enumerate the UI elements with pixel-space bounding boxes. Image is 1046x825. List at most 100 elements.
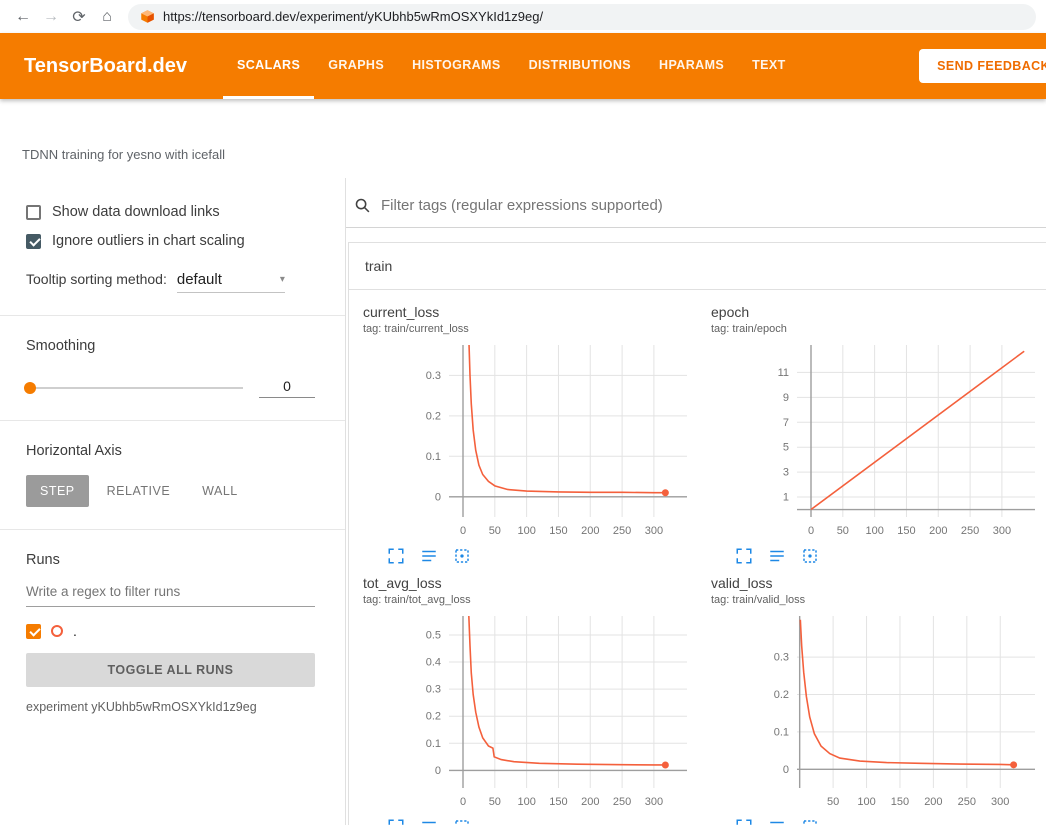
svg-text:150: 150 [549,796,567,808]
forward-icon[interactable]: → [38,4,64,30]
train-card: train current_loss tag: train/current_los… [348,242,1046,825]
smoothing-slider[interactable] [26,387,243,389]
app-logo[interactable]: TensorBoard.dev [24,55,187,78]
main-area: Filter tags (regular expressions support… [346,178,1046,825]
chart-toolbar [363,547,707,565]
chart-tag: tag: train/current_loss [363,323,707,335]
settings-sidebar: Show data download links Ignore outliers… [0,178,346,825]
fit-domain-icon[interactable] [453,818,471,825]
axis-relative-button[interactable]: RELATIVE [93,475,185,507]
svg-text:0: 0 [435,765,441,777]
fullscreen-icon[interactable] [387,547,405,565]
ignore-outliers-row[interactable]: Ignore outliers in chart scaling [26,233,315,249]
chart-toolbar [711,818,1046,825]
tag-filter-row[interactable]: Filter tags (regular expressions support… [346,178,1046,228]
svg-text:100: 100 [517,525,535,537]
fullscreen-icon[interactable] [735,818,753,825]
send-feedback-button[interactable]: SEND FEEDBACK [919,49,1046,83]
smoothing-value-input[interactable]: 0 [259,378,315,398]
chart-toolbar [711,547,1046,565]
tensorboard-favicon [140,9,155,24]
data-lines-icon[interactable] [420,818,438,825]
data-lines-icon[interactable] [768,818,786,825]
tooltip-sorting-dropdown[interactable]: default ▾ [177,271,285,293]
tab-text[interactable]: TEXT [738,33,800,99]
runs-filter-input[interactable]: Write a regex to filter runs [26,584,315,607]
svg-text:0.1: 0.1 [774,726,789,738]
tag-filter-placeholder: Filter tags (regular expressions support… [381,197,663,214]
svg-text:0.5: 0.5 [426,629,441,641]
chart-plot[interactable]: 1357911050100150200250300 [711,339,1043,545]
svg-text:0.3: 0.3 [426,370,441,382]
tab-scalars[interactable]: SCALARS [223,33,314,99]
ignore-outliers-checkbox[interactable] [26,234,41,249]
chart-title: current_loss [363,304,707,320]
fit-domain-icon[interactable] [453,547,471,565]
svg-text:300: 300 [645,796,663,808]
fit-domain-icon[interactable] [801,547,819,565]
app-header: TensorBoard.dev SCALARS GRAPHS HISTOGRAM… [0,33,1046,99]
svg-text:50: 50 [837,525,849,537]
smoothing-label: Smoothing [26,338,315,354]
axis-step-button[interactable]: STEP [26,475,89,507]
svg-text:0.2: 0.2 [774,689,789,701]
show-download-checkbox[interactable] [26,205,41,220]
content: Show data download links Ignore outliers… [0,178,1046,825]
back-icon[interactable]: ← [10,4,36,30]
svg-text:50: 50 [489,525,501,537]
chart-plot[interactable]: 00.10.20.350100150200250300 [711,610,1043,816]
tab-histograms[interactable]: HISTOGRAMS [398,33,515,99]
toggle-all-runs-button[interactable]: TOGGLE ALL RUNS [26,653,315,687]
tab-hparams[interactable]: HPARAMS [645,33,738,99]
svg-text:0: 0 [808,525,814,537]
svg-text:7: 7 [783,417,789,429]
chart-epoch: epochtag: train/epoch1357911050100150200… [707,304,1046,565]
tab-distributions[interactable]: DISTRIBUTIONS [515,33,645,99]
svg-text:50: 50 [489,796,501,808]
data-lines-icon[interactable] [420,547,438,565]
svg-text:200: 200 [924,796,942,808]
chart-title: tot_avg_loss [363,575,707,591]
show-download-row[interactable]: Show data download links [26,204,315,220]
svg-text:0: 0 [435,491,441,503]
svg-text:150: 150 [891,796,909,808]
divider [0,315,345,316]
search-icon [354,197,371,214]
svg-text:200: 200 [581,796,599,808]
svg-text:0.2: 0.2 [426,410,441,422]
svg-text:11: 11 [778,367,789,379]
svg-text:0.4: 0.4 [426,657,441,669]
fullscreen-icon[interactable] [387,818,405,825]
svg-text:0.3: 0.3 [774,652,789,664]
smoothing-slider-thumb[interactable] [24,382,36,394]
chart-title: epoch [711,304,1046,320]
chart-tag: tag: train/valid_loss [711,594,1046,606]
tooltip-sorting-row: Tooltip sorting method: default ▾ [26,271,315,293]
fullscreen-icon[interactable] [735,547,753,565]
chart-tot_avg_loss: tot_avg_losstag: train/tot_avg_loss00.10… [359,575,707,825]
address-bar[interactable]: https://tensorboard.dev/experiment/yKUbh… [128,4,1036,30]
chart-plot[interactable]: 00.10.20.3050100150200250300 [363,339,695,545]
svg-text:3: 3 [783,467,789,479]
chart-valid_loss: valid_losstag: train/valid_loss00.10.20.… [707,575,1046,825]
run-item[interactable]: . [26,623,315,639]
chart-plot[interactable]: 00.10.20.30.40.5050100150200250300 [363,610,695,816]
charts-grid: current_loss tag: train/current_loss 0 0.1 0… [349,290,1046,825]
svg-text:150: 150 [897,525,915,537]
chart-tag: tag: train/epoch [711,323,1046,335]
fit-domain-icon[interactable] [801,818,819,825]
home-icon[interactable]: ⌂ [94,4,120,30]
svg-text:100: 100 [517,796,535,808]
data-lines-icon[interactable] [768,547,786,565]
svg-text:0: 0 [783,764,789,776]
tab-graphs[interactable]: GRAPHS [314,33,398,99]
runs-label: Runs [26,552,315,568]
run-checkbox[interactable] [26,624,41,639]
axis-wall-button[interactable]: WALL [188,475,252,507]
svg-text:100: 100 [857,796,875,808]
svg-text:0.1: 0.1 [426,451,441,463]
card-title[interactable]: train [349,243,1046,290]
svg-text:200: 200 [929,525,947,537]
reload-icon[interactable]: ⟳ [66,4,92,30]
divider [0,420,345,421]
